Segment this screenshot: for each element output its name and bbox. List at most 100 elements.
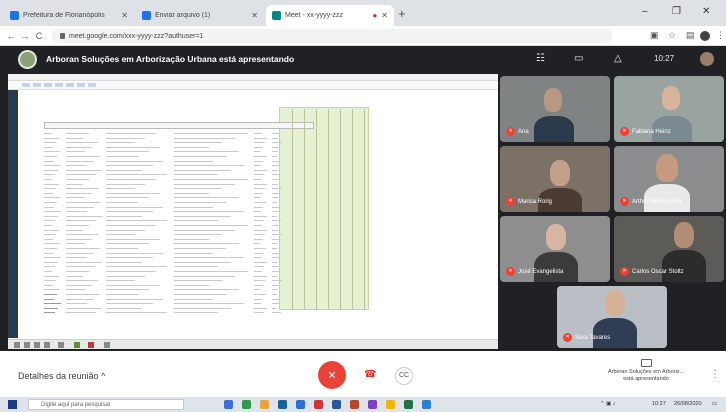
task-view-icon[interactable] — [224, 400, 233, 409]
sheet-tab[interactable] — [34, 342, 40, 348]
browser-tab[interactable]: Enviar arquivo (1) ✕ — [136, 5, 264, 26]
table-cell — [254, 165, 262, 167]
table-cell — [66, 234, 98, 236]
close-tab-icon[interactable]: ✕ — [251, 11, 258, 20]
table-cell — [106, 156, 139, 157]
table-row — [44, 284, 316, 288]
browser-tab-active[interactable]: Meet - xx-yyyy-zzz ● ✕ — [266, 5, 394, 26]
table-cell — [272, 165, 279, 167]
forward-button[interactable]: → — [18, 31, 32, 41]
address-bar[interactable]: meet.google.com/xxx-yyyy-zzz?authuser=1 — [52, 29, 612, 43]
table-cell — [254, 192, 263, 194]
table-cell — [272, 248, 277, 249]
table-cell — [44, 271, 53, 272]
windows-start-icon[interactable] — [8, 400, 17, 409]
table-cell — [66, 183, 84, 185]
app-icon[interactable] — [368, 400, 377, 409]
table-cell — [44, 165, 62, 167]
participant-tile[interactable]: ✕ Fabiana Heinz — [614, 76, 724, 142]
browser-tab[interactable]: Prefeitura de Florianópolis ✕ — [4, 5, 134, 26]
participant-tile[interactable]: ✕ José Evangelista — [500, 216, 610, 282]
table-cell — [66, 298, 94, 300]
star-icon[interactable]: ☆ — [668, 30, 676, 41]
app-icon[interactable] — [422, 400, 431, 409]
self-avatar[interactable] — [700, 52, 714, 66]
table-cell — [44, 192, 54, 194]
camera-icon[interactable]: ▣ — [650, 30, 659, 41]
presenting-status[interactable]: Arboran Soluções em Arboriz... está apre… — [606, 359, 686, 383]
table-cell — [66, 206, 94, 208]
app-icon[interactable] — [296, 400, 305, 409]
taskbar-search[interactable]: Digite aqui para pesquisar — [28, 399, 184, 410]
participant-tile[interactable]: ✕ Marisa Rorig — [500, 146, 610, 212]
notification-icon[interactable]: ▭ — [712, 401, 717, 407]
sheet-tab[interactable] — [24, 342, 30, 348]
people-icon[interactable]: ☷ — [536, 53, 545, 64]
sheet-tab[interactable] — [44, 342, 50, 348]
sheet-tab[interactable] — [58, 342, 64, 348]
table-cell — [106, 266, 167, 268]
table-cell — [174, 197, 240, 199]
table-cell — [174, 289, 240, 291]
participant-tile[interactable]: ✕ Carlos Oscar Stoltz — [614, 216, 724, 282]
table-cell — [106, 234, 135, 236]
chat-icon[interactable]: ▭ — [574, 53, 583, 64]
reload-button[interactable]: C — [32, 31, 46, 41]
table-cell — [272, 312, 281, 314]
minimize-button[interactable]: – — [642, 6, 648, 17]
close-window-button[interactable]: ✕ — [702, 6, 710, 17]
meeting-details-button[interactable]: Detalhes da reunião ^ — [18, 371, 105, 381]
word-icon[interactable] — [332, 400, 341, 409]
close-tab-icon[interactable]: ✕ — [381, 11, 388, 20]
maximize-button[interactable]: ❐ — [672, 6, 681, 17]
new-tab-button[interactable]: + — [398, 6, 406, 21]
end-call-button[interactable]: ☎ — [364, 369, 376, 380]
mic-off-button[interactable]: ✕ — [318, 361, 346, 389]
powerpoint-icon[interactable] — [350, 400, 359, 409]
sheet-tab[interactable] — [74, 342, 80, 348]
table-cell — [254, 234, 265, 236]
app-icon[interactable] — [242, 400, 251, 409]
system-tray-icons[interactable]: ⌃ ▣ ♪ — [600, 401, 616, 407]
participant-tile[interactable]: ✕ Ana — [500, 76, 610, 142]
chrome-icon[interactable] — [386, 400, 395, 409]
extension-icon[interactable]: ▤ — [686, 30, 695, 41]
table-cell — [66, 252, 94, 254]
table-cell — [174, 275, 236, 277]
table-cell — [44, 280, 57, 282]
profile-avatar[interactable] — [700, 31, 710, 41]
participant-tile[interactable]: ✕ Sara Tavares — [557, 286, 667, 348]
activities-icon[interactable]: △ — [614, 53, 622, 64]
table-cell — [106, 142, 135, 144]
table-cell — [254, 252, 264, 254]
table-cell — [272, 294, 277, 295]
table-cell — [66, 248, 100, 249]
table-cell — [66, 215, 103, 217]
table-cell — [272, 266, 281, 268]
table-cell — [106, 275, 146, 277]
table-cell — [44, 307, 59, 309]
table-row — [44, 224, 316, 228]
table-cell — [106, 151, 150, 153]
more-options-icon[interactable]: ⋮ — [710, 369, 720, 380]
table-cell — [174, 156, 227, 157]
captions-button[interactable]: CC — [395, 367, 413, 385]
table-cell — [174, 280, 223, 282]
table-cell — [66, 238, 92, 240]
excel-icon[interactable] — [404, 400, 413, 409]
sheet-tab[interactable] — [14, 342, 20, 348]
sheet-tab[interactable] — [104, 342, 110, 348]
participant-name-tag: ✕ Marisa Rorig — [506, 197, 552, 206]
table-cell — [174, 234, 223, 236]
participant-tile[interactable]: ✕ Arthur Vinicius Prá — [614, 146, 724, 212]
app-icon[interactable] — [314, 400, 323, 409]
folder-icon[interactable] — [260, 400, 269, 409]
back-button[interactable]: ← — [4, 31, 18, 41]
participant-face — [544, 88, 562, 112]
grid-line — [316, 109, 317, 309]
app-icon[interactable] — [278, 400, 287, 409]
browser-menu-icon[interactable]: ⋮ — [716, 30, 725, 41]
close-tab-icon[interactable]: ✕ — [121, 11, 128, 20]
sheet-tab[interactable] — [88, 342, 94, 348]
table-cell — [254, 289, 261, 291]
